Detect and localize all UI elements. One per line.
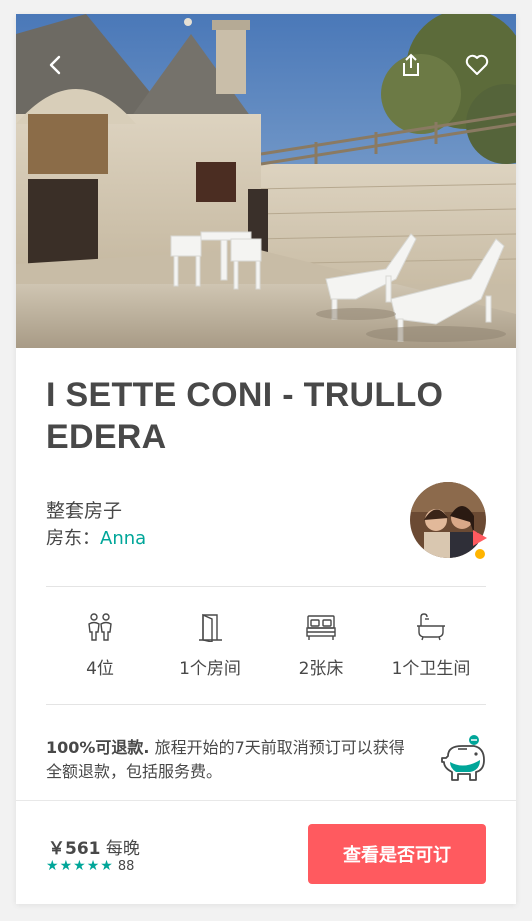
footer-divider <box>16 800 516 801</box>
share-icon <box>403 53 419 76</box>
amenity-guests: 4位 <box>45 612 155 679</box>
door-icon <box>199 613 222 642</box>
bathtub-icon <box>417 613 445 641</box>
heart-icon <box>465 54 489 75</box>
listing-title: I SETTE CONI - TRULLO EDERA <box>46 376 444 456</box>
amenity-label: 1个房间 <box>179 659 241 679</box>
guests-icon <box>88 613 112 641</box>
amenity-label: 1个卫生间 <box>391 659 471 679</box>
price-unit: 每晚 <box>105 839 140 859</box>
divider <box>46 704 486 705</box>
listing-photo[interactable] <box>16 14 516 348</box>
star-icon: ★ <box>73 858 86 874</box>
listing-type: 整套房子 <box>46 500 123 522</box>
amenity-label: 4位 <box>86 659 114 679</box>
star-icon: ★ <box>59 858 73 874</box>
refund-policy: 100%可退款. 旅程开始的7天前取消预订可以获得全额退款，包括服务费。 <box>46 736 416 784</box>
piggy-bank-icon <box>441 735 485 781</box>
review-count: 88 <box>117 858 135 874</box>
amenity-label: 2张床 <box>298 659 344 679</box>
star-icon: ★ <box>86 858 100 874</box>
host-line: 房东：Anna <box>46 524 146 550</box>
amenity-beds: 2张床 <box>266 612 376 679</box>
refund-headline: 100%可退款. <box>46 738 150 757</box>
star-icon: ★ <box>100 858 113 874</box>
star-icon: ★ <box>46 858 59 874</box>
divider <box>46 586 486 587</box>
trullo-photo <box>16 14 516 348</box>
host-prefix: 房东： <box>46 528 100 549</box>
superhost-badge-icon <box>473 530 487 559</box>
price-per-night: ￥561 每晚 <box>48 834 140 859</box>
rating[interactable]: ★ ★ ★ ★ ★ 88 <box>46 858 134 874</box>
chevron-left-icon <box>49 55 61 75</box>
amenity-bathrooms: 1个卫生间 <box>376 612 486 679</box>
host-name-link[interactable]: Anna <box>100 528 146 549</box>
price-amount: ￥561 <box>48 839 101 859</box>
favorite-button[interactable] <box>462 50 492 80</box>
listing-card: I SETTE CONI - TRULLO EDERA 整套房子 房东：Anna <box>16 14 516 904</box>
check-availability-button[interactable]: 查看是否可订 <box>308 824 486 884</box>
amenity-rooms: 1个房间 <box>155 612 265 679</box>
share-button[interactable] <box>396 50 426 80</box>
bed-icon <box>306 615 336 640</box>
back-button[interactable] <box>40 50 70 80</box>
